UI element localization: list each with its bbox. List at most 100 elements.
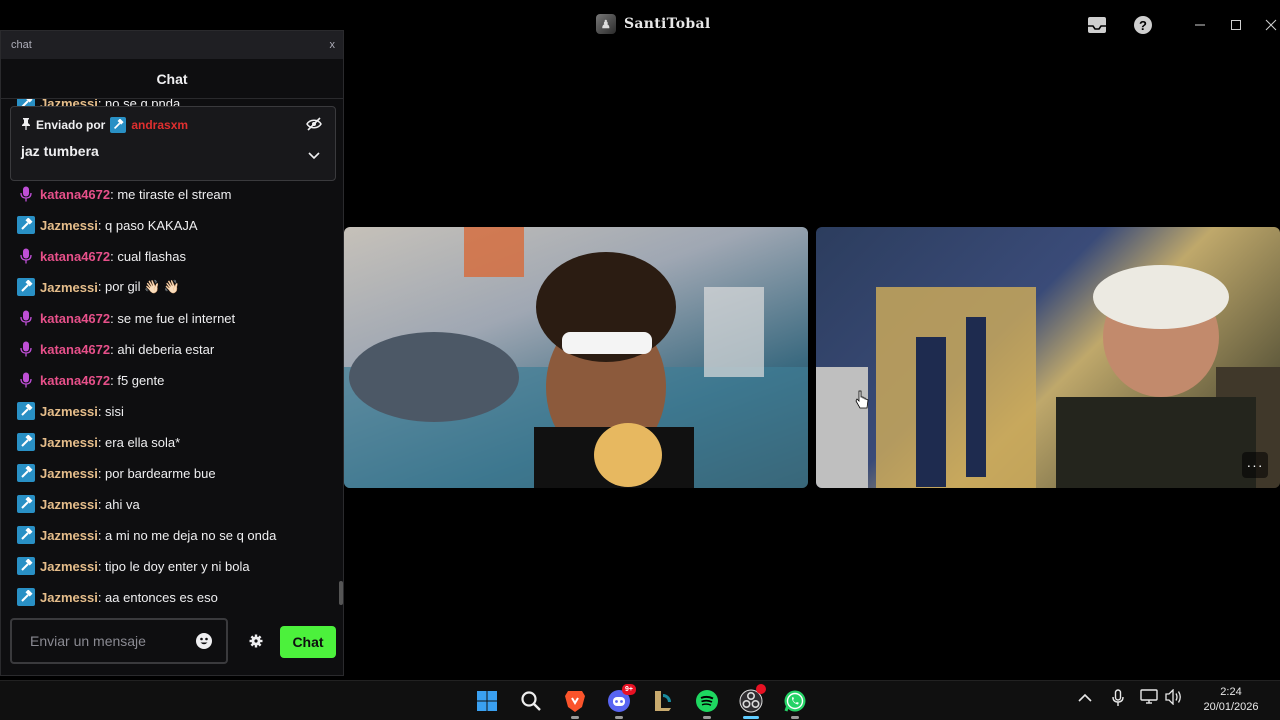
hand-cursor-icon: [855, 390, 869, 409]
chat-scrollbar[interactable]: [339, 581, 343, 605]
hammer-icon: [17, 216, 35, 234]
chat-text: : ahi deberia estar: [110, 341, 215, 357]
mic-icon: [17, 371, 35, 389]
chat-input-row: Chat: [10, 618, 336, 664]
windows-start-icon[interactable]: [474, 688, 500, 714]
webcam-feed-image: [344, 227, 808, 488]
more-options-button[interactable]: ···: [1242, 452, 1268, 478]
chat-text: : f5 gente: [110, 372, 165, 388]
inbox-icon[interactable]: [1086, 14, 1108, 36]
window-title-text: SantiTobal: [624, 16, 711, 32]
chat-text: : a mi no me deja no se q onda: [97, 527, 277, 543]
chat-username[interactable]: katana4672: [40, 311, 110, 326]
chat-message-input[interactable]: [30, 633, 180, 649]
chat-message: Jazmessi: sisi: [17, 401, 124, 421]
gear-icon[interactable]: [246, 631, 266, 651]
chat-username[interactable]: katana4672: [40, 373, 110, 388]
help-icon[interactable]: ?: [1132, 14, 1154, 36]
pinned-message-text: jaz tumbera: [21, 143, 99, 159]
mic-icon: [17, 247, 35, 265]
popup-close-button[interactable]: x: [330, 39, 336, 51]
chat-popup-window: chat x Chat Jazmessi : no se q pnda kata…: [0, 30, 344, 676]
video-tile-streamer[interactable]: [344, 227, 808, 488]
running-indicator-active: [743, 716, 759, 719]
discord-notification-badge: 9+: [622, 684, 636, 695]
chat-text: : tipo le doy enter y ni bola: [97, 558, 250, 574]
search-icon[interactable]: [518, 688, 544, 714]
chat-message: Jazmessi: ahi va: [17, 494, 140, 514]
send-chat-button[interactable]: Chat: [280, 626, 336, 658]
popup-title: chat: [11, 39, 32, 51]
clock-date: 20/01/2026: [1203, 701, 1259, 713]
window-title: ♟ SantiTobal: [596, 14, 710, 34]
taskbar-clock[interactable]: 2:24 20/01/2026: [1196, 685, 1266, 715]
league-of-legends-icon[interactable]: [650, 688, 676, 714]
chat-message: Jazmessi: tipo le doy enter y ni bola: [17, 556, 250, 576]
chat-username[interactable]: Jazmessi: [40, 218, 98, 233]
chevron-down-icon[interactable]: [305, 147, 323, 165]
pinned-by-username[interactable]: andrasxm: [131, 118, 188, 132]
chat-message: katana4672: me tiraste el stream: [17, 184, 232, 204]
volume-icon[interactable]: [1165, 688, 1183, 708]
chat-username[interactable]: Jazmessi: [40, 404, 98, 419]
hammer-icon: [110, 117, 127, 133]
emoji-icon[interactable]: [196, 633, 212, 649]
mic-icon: [17, 340, 35, 358]
hammer-icon: [17, 588, 35, 606]
hammer-icon: [17, 433, 35, 451]
chat-username[interactable]: katana4672: [40, 342, 110, 357]
chat-username[interactable]: Jazmessi: [40, 528, 98, 543]
pinned-header: Enviado por andrasxm: [21, 117, 188, 133]
hammer-icon: [17, 278, 35, 296]
chevron-up-icon[interactable]: [1078, 691, 1092, 706]
chat-text: : sisi: [97, 403, 124, 419]
chat-username[interactable]: Jazmessi: [40, 497, 98, 512]
chat-username[interactable]: Jazmessi: [40, 590, 98, 605]
whatsapp-icon[interactable]: [782, 688, 808, 714]
chat-message: Jazmessi: por gil 👋🏻 👋🏻: [17, 277, 180, 297]
chat-username[interactable]: Jazmessi: [40, 466, 98, 481]
chat-message: katana4672: se me fue el internet: [17, 308, 235, 328]
popup-title-bar: chat x: [1, 31, 343, 59]
chat-message: katana4672: ahi deberia estar: [17, 339, 214, 359]
webcam-feed-image: [816, 265, 1280, 488]
chat-text: : aa entonces es eso: [97, 589, 218, 605]
clock-time: 2:24: [1220, 686, 1242, 698]
chat-text: : por bardearme bue: [97, 465, 216, 481]
chat-message: katana4672: f5 gente: [17, 370, 164, 390]
close-window-icon[interactable]: [1260, 14, 1280, 36]
chat-username[interactable]: Jazmessi: [40, 435, 98, 450]
brave-icon[interactable]: [562, 688, 588, 714]
hide-eye-icon[interactable]: [305, 115, 323, 133]
chat-input-box[interactable]: [10, 618, 228, 664]
hammer-icon: [17, 464, 35, 482]
chat-username[interactable]: Jazmessi: [40, 559, 98, 574]
chat-message: Jazmessi: a mi no me deja no se q onda: [17, 525, 276, 545]
video-tile-guest[interactable]: ···: [816, 227, 1280, 488]
chat-header: Chat: [1, 59, 343, 99]
running-indicator: [791, 716, 799, 719]
microphone-icon[interactable]: [1112, 689, 1124, 710]
spotify-icon[interactable]: [694, 688, 720, 714]
hammer-icon: [17, 526, 35, 544]
chat-text: : era ella sola*: [97, 434, 181, 450]
chat-message: Jazmessi: aa entonces es eso: [17, 587, 218, 607]
network-icon[interactable]: [1140, 689, 1158, 708]
mic-icon: [17, 309, 35, 327]
running-indicator: [703, 716, 711, 719]
chat-message: Jazmessi: por bardearme bue: [17, 463, 216, 483]
pinned-label: Enviado por: [36, 118, 106, 132]
running-indicator: [571, 716, 579, 719]
pin-icon: [21, 117, 31, 133]
chat-username[interactable]: katana4672: [40, 249, 110, 264]
running-indicator: [615, 716, 623, 719]
chat-text: : se me fue el internet: [110, 310, 236, 326]
chat-username[interactable]: katana4672: [40, 187, 110, 202]
maximize-icon[interactable]: [1225, 14, 1247, 36]
chat-message: Jazmessi: q paso KAKAJA: [17, 215, 198, 235]
hammer-icon: [17, 495, 35, 513]
windows-taskbar: 9+ 2:24 20/01/2026: [0, 680, 1280, 720]
chat-username[interactable]: Jazmessi: [40, 280, 98, 295]
minimize-icon[interactable]: [1189, 14, 1211, 36]
chat-message: Jazmessi: era ella sola*: [17, 432, 180, 452]
